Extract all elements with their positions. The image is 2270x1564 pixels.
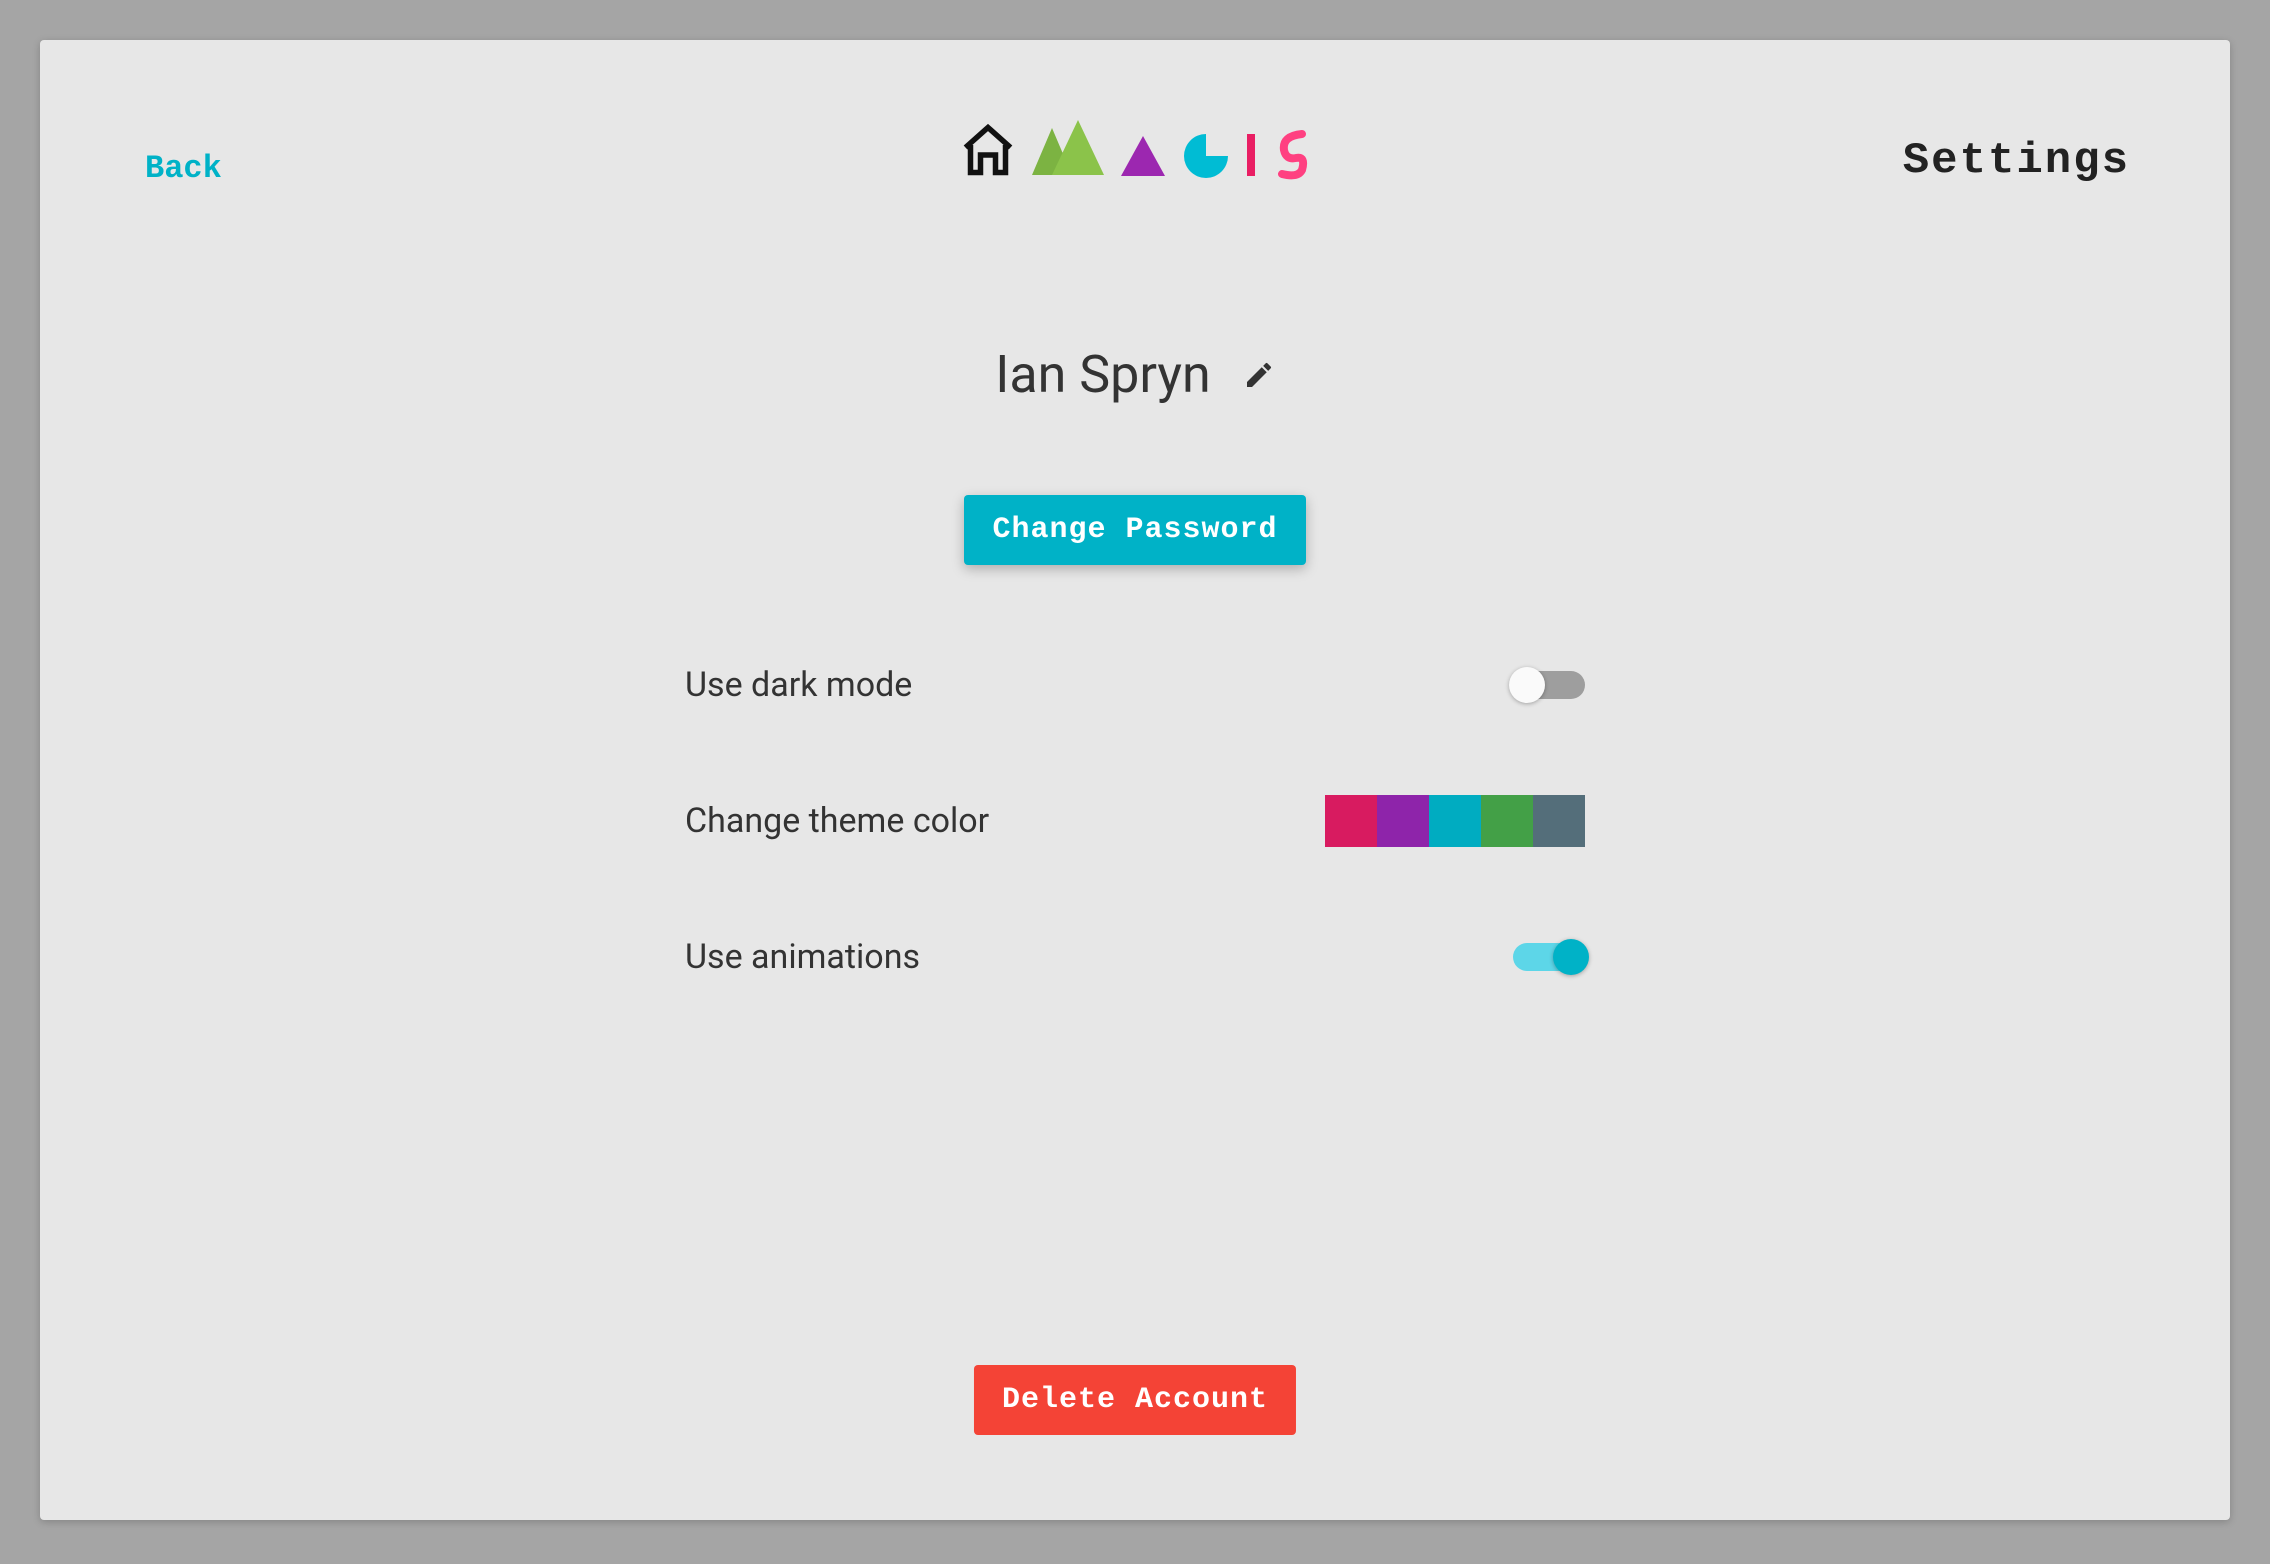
- theme-swatch-pink[interactable]: [1325, 795, 1377, 847]
- settings-content: Ian Spryn Change Password Use dark mode …: [130, 344, 2140, 977]
- theme-color-label: Change theme color: [685, 801, 989, 841]
- settings-card: Back: [40, 40, 2230, 1520]
- mountain-icon: [1032, 120, 1104, 184]
- animations-row: Use animations: [685, 937, 1585, 977]
- dark-mode-toggle[interactable]: [1513, 671, 1585, 699]
- animations-toggle[interactable]: [1513, 943, 1585, 971]
- theme-color-row: Change theme color: [685, 795, 1585, 847]
- bar-icon: [1244, 130, 1258, 184]
- logo: [130, 120, 2140, 184]
- user-name: Ian Spryn: [995, 344, 1211, 405]
- user-name-row: Ian Spryn: [995, 344, 1275, 405]
- delete-account-button[interactable]: Delete Account: [974, 1365, 1296, 1435]
- theme-swatch-teal[interactable]: [1429, 795, 1481, 847]
- theme-swatch-purple[interactable]: [1377, 795, 1429, 847]
- page-title: Settings: [1903, 136, 2130, 186]
- edit-icon[interactable]: [1243, 359, 1275, 391]
- triangle-icon: [1118, 130, 1168, 184]
- dark-mode-row: Use dark mode: [685, 665, 1585, 705]
- settings-rows: Use dark mode Change theme color Use ani…: [685, 665, 1585, 977]
- s-icon: [1272, 128, 1312, 184]
- home-icon[interactable]: [958, 120, 1018, 184]
- back-link[interactable]: Back: [145, 150, 222, 187]
- dark-mode-label: Use dark mode: [685, 665, 912, 705]
- theme-swatch-bluegrey[interactable]: [1533, 795, 1585, 847]
- theme-color-swatches: [1325, 795, 1585, 847]
- animations-label: Use animations: [685, 937, 920, 977]
- theme-swatch-green[interactable]: [1481, 795, 1533, 847]
- change-password-button[interactable]: Change Password: [964, 495, 1305, 565]
- circle-icon: [1182, 132, 1230, 184]
